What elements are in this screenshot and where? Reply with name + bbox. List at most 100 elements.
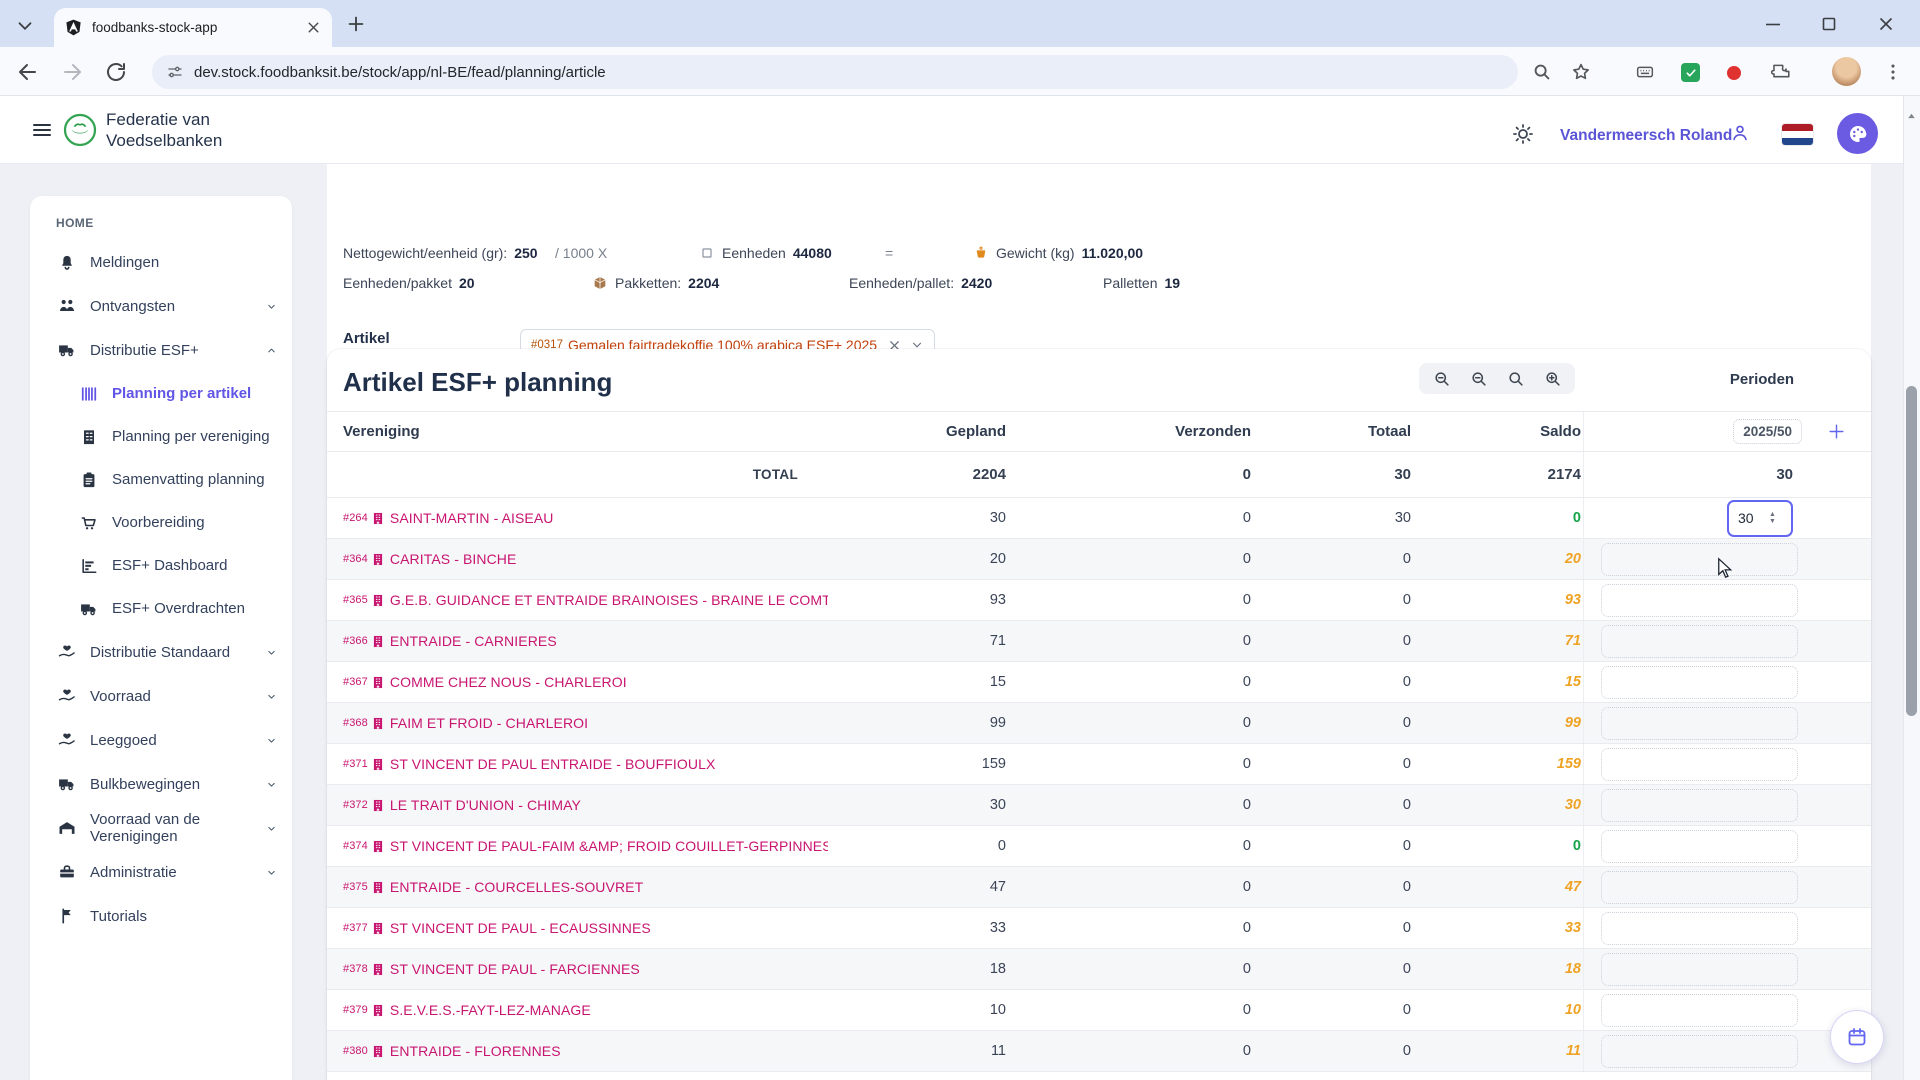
sidebar-item-tutorials[interactable]: Tutorials <box>30 894 292 938</box>
tab-title: foodbanks-stock-app <box>92 20 218 35</box>
period-input-focused[interactable]: ▲▼ <box>1727 499 1793 537</box>
extension-check-icon[interactable] <box>1681 63 1700 82</box>
language-flag-icon[interactable] <box>1782 124 1813 145</box>
sidebar-item-esf-dashboard[interactable]: ESF+ Dashboard <box>30 544 292 587</box>
vereniging-link[interactable]: #366 ENTRAIDE - CARNIERES <box>327 633 828 649</box>
reload-icon[interactable] <box>104 60 128 84</box>
person-icon[interactable] <box>1729 122 1751 144</box>
page-scrollbar[interactable] <box>1903 96 1920 1080</box>
vereniging-link[interactable]: #380 ENTRAIDE - FLORENNES <box>327 1043 828 1059</box>
vereniging-link[interactable]: #372 LE TRAIT D'UNION - CHIMAY <box>327 797 828 813</box>
period-input[interactable] <box>1601 624 1798 658</box>
scroll-up-icon[interactable] <box>1905 110 1918 123</box>
theme-sun-icon[interactable] <box>1511 122 1535 146</box>
sidebar-item-samenvatting-planning[interactable]: Samenvatting planning <box>30 458 292 501</box>
period-input[interactable] <box>1601 583 1798 617</box>
period-calendar-button[interactable] <box>1830 1010 1884 1064</box>
browser-tab[interactable]: foodbanks-stock-app <box>54 8 332 47</box>
vereniging-link[interactable]: #379 S.E.V.E.S.-FAYT-LEZ-MANAGE <box>327 1002 828 1018</box>
sidebar-item-voorbereiding[interactable]: Voorbereiding <box>30 501 292 544</box>
sidebar-item-meldingen[interactable]: Meldingen <box>30 240 292 284</box>
extension-record-icon[interactable] <box>1727 66 1741 80</box>
sidebar-item-label: Bulkbewegingen <box>90 775 201 793</box>
gepland-value: 99 <box>989 715 1006 731</box>
vereniging-link[interactable]: #364 CARITAS - BINCHE <box>327 551 828 567</box>
browser-menu-icon[interactable] <box>1882 61 1904 83</box>
extensions-puzzle-icon[interactable] <box>1771 61 1793 83</box>
zoom-out-icon[interactable] <box>1469 369 1489 389</box>
vereniging-link[interactable]: #378 ST VINCENT DE PAUL - FARCIENNES <box>327 961 828 977</box>
search-icon[interactable] <box>1506 369 1526 389</box>
period-chip[interactable]: 2025/50 <box>1733 419 1802 444</box>
period-input[interactable] <box>1729 510 1767 526</box>
forward-icon[interactable] <box>60 60 84 84</box>
table-row: #375 ENTRAIDE - COURCELLES-SOUVRET 47 0 0 47 <box>327 867 1871 908</box>
sidebar-item-leeggoed[interactable]: Leeggoed <box>30 718 292 762</box>
tutorial-icon <box>57 906 77 926</box>
zoom-in-icon[interactable] <box>1543 369 1563 389</box>
period-input[interactable] <box>1601 870 1798 904</box>
vereniging-link[interactable]: #377 ST VINCENT DE PAUL - ECAUSSINNES <box>327 920 828 936</box>
palette-button[interactable] <box>1837 113 1878 154</box>
spinner-arrows-icon[interactable]: ▲ ▼ <box>1769 511 1776 525</box>
lens-search-icon[interactable] <box>1531 61 1553 83</box>
vereniging-link[interactable]: #365 G.E.B. GUIDANCE ET ENTRAIDE BRAINOIS… <box>327 592 828 608</box>
zoom-out-icon[interactable] <box>1432 369 1452 389</box>
window-minimize-icon[interactable] <box>1761 12 1785 36</box>
period-input[interactable] <box>1601 706 1798 740</box>
user-menu[interactable]: Vandermeersch Roland <box>1560 127 1732 145</box>
sidebar-item-planning-per-vereniging[interactable]: Planning per vereniging <box>30 415 292 458</box>
tab-close-icon[interactable] <box>305 19 322 36</box>
new-tab-icon[interactable] <box>345 13 367 35</box>
vereniging-id: #366 <box>343 635 368 647</box>
hamburger-menu-icon[interactable] <box>30 119 54 141</box>
saldo-value: 10 <box>1564 1002 1581 1018</box>
window-close-icon[interactable] <box>1874 12 1898 36</box>
tab-search-icon[interactable] <box>14 15 36 37</box>
verzonden-value: 0 <box>1242 838 1251 854</box>
site-info-icon[interactable] <box>166 63 184 81</box>
extension-monitor-icon[interactable] <box>1634 61 1656 83</box>
sidebar-item-bulkbewegingen[interactable]: Bulkbewegingen <box>30 762 292 806</box>
column-gepland: Gepland <box>945 423 1006 440</box>
sidebar-item-planning-per-artikel[interactable]: Planning per artikel <box>30 372 292 415</box>
sidebar-item-voorraad[interactable]: Voorraad <box>30 674 292 718</box>
period-input[interactable] <box>1601 1034 1798 1068</box>
period-input[interactable] <box>1601 747 1798 781</box>
verzonden-value: 0 <box>1242 510 1251 526</box>
sidebar-item-administratie[interactable]: Administratie <box>30 850 292 894</box>
vereniging-link[interactable]: #371 ST VINCENT DE PAUL ENTRAIDE - BOUFFI… <box>327 756 828 772</box>
address-bar[interactable]: dev.stock.foodbanksit.be/stock/app/nl-BE… <box>152 55 1518 89</box>
browser-toolbar: dev.stock.foodbanksit.be/stock/app/nl-BE… <box>0 47 1920 96</box>
url-text: dev.stock.foodbanksit.be/stock/app/nl-BE… <box>194 63 606 81</box>
sidebar-item-esf-overdrachten[interactable]: ESF+ Overdrachten <box>30 587 292 630</box>
period-input[interactable] <box>1601 542 1798 576</box>
add-period-icon[interactable] <box>1827 422 1846 441</box>
vereniging-link[interactable]: #264 SAINT-MARTIN - AISEAU <box>327 510 828 526</box>
org-logo[interactable] <box>62 112 98 148</box>
period-input[interactable] <box>1601 665 1798 699</box>
period-input[interactable] <box>1601 788 1798 822</box>
sidebar-item-distributie-standaard[interactable]: Distributie Standaard <box>30 630 292 674</box>
back-icon[interactable] <box>16 60 40 84</box>
period-input[interactable] <box>1601 952 1798 986</box>
scrollbar-thumb[interactable] <box>1906 386 1917 716</box>
vereniging-link[interactable]: #368 FAIM ET FROID - CHARLEROI <box>327 715 828 731</box>
vereniging-link[interactable]: #375 ENTRAIDE - COURCELLES-SOUVRET <box>327 879 828 895</box>
gepland-value: 18 <box>989 961 1006 977</box>
packages-icon <box>592 275 608 291</box>
profile-avatar[interactable] <box>1832 57 1861 86</box>
sidebar-item-label: Samenvatting planning <box>112 471 265 488</box>
vereniging-link[interactable]: #367 COMME CHEZ NOUS - CHARLEROI <box>327 674 828 690</box>
total-row: TOTAL 2204 0 30 2174 30 <box>327 452 1871 498</box>
building-icon <box>371 593 385 608</box>
period-input[interactable] <box>1601 911 1798 945</box>
bookmark-star-icon[interactable] <box>1570 61 1592 83</box>
sidebar-item-voorraad-van-de-verenigingen[interactable]: Voorraad van de Verenigingen <box>30 806 292 850</box>
vereniging-link[interactable]: #374 ST VINCENT DE PAUL-FAIM &AMP; FROID … <box>327 838 828 854</box>
window-maximize-icon[interactable] <box>1817 12 1841 36</box>
sidebar-item-distributie-esf-[interactable]: Distributie ESF+ <box>30 328 292 372</box>
sidebar-item-ontvangsten[interactable]: Ontvangsten <box>30 284 292 328</box>
period-input[interactable] <box>1601 993 1798 1027</box>
period-input[interactable] <box>1601 829 1798 863</box>
